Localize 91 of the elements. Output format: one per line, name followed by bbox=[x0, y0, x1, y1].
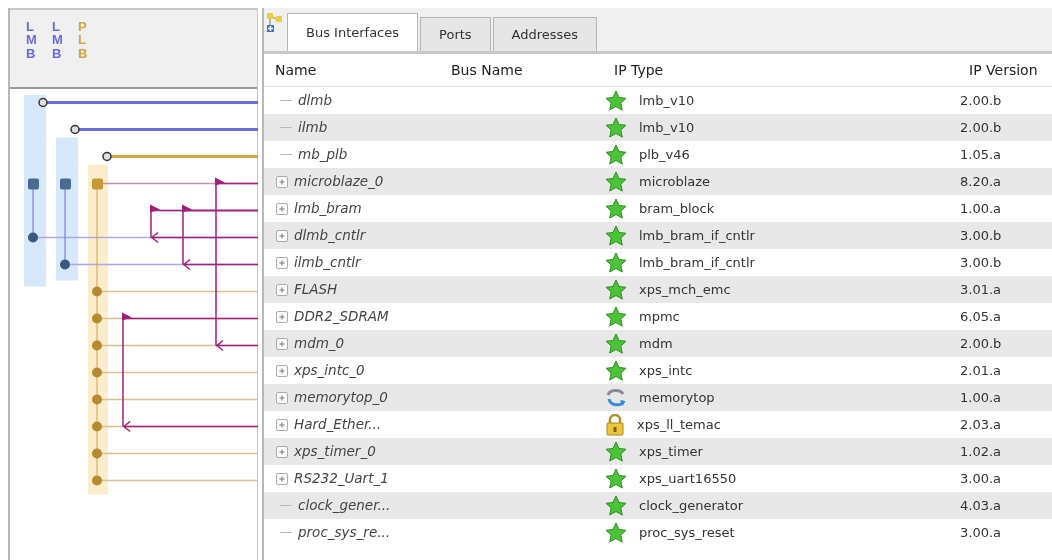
ip-version-cell-text: 3.01.a bbox=[959, 280, 1003, 299]
ip-version-cell-text: 3.00.b bbox=[959, 226, 1003, 245]
ip-version-cell-text: 1.00.a bbox=[959, 388, 1003, 407]
star-icon bbox=[605, 495, 627, 516]
tab[interactable]: Ports bbox=[420, 17, 491, 51]
name-cell-text: FLASH bbox=[294, 280, 338, 300]
star-icon bbox=[605, 360, 627, 381]
ip-type-cell-text: xps_timer bbox=[639, 442, 703, 461]
ip-type-cell-text: xps_intc bbox=[639, 361, 693, 380]
tab[interactable]: Addresses bbox=[492, 17, 598, 51]
name-cell-text: memorytop_0 bbox=[294, 388, 388, 408]
name-cell-text: clock_gener... bbox=[298, 496, 391, 516]
ip-type-cell-text: microblaze bbox=[639, 172, 711, 191]
expand-icon[interactable] bbox=[276, 229, 288, 242]
bus-label: LMB bbox=[52, 20, 64, 63]
expand-icon[interactable] bbox=[276, 445, 288, 458]
ip-type-cell-text: xps_uart16550 bbox=[639, 469, 737, 488]
name-cell-text: ilmb_cntlr bbox=[294, 253, 361, 273]
expand-icon[interactable] bbox=[276, 310, 288, 323]
name-cell-text: DDR2_SDRAM bbox=[294, 307, 389, 327]
star-icon bbox=[605, 90, 627, 111]
ip-type-cell-text: xps_ll_temac bbox=[637, 415, 721, 434]
ip-version-cell-text: 2.00.b bbox=[959, 118, 1003, 137]
name-cell-text: microblaze_0 bbox=[294, 172, 384, 192]
ip-version-cell-text: 2.00.b bbox=[959, 91, 1003, 110]
network-icon[interactable] bbox=[266, 12, 284, 34]
name-cell-text: proc_sys_re... bbox=[298, 523, 391, 543]
ip-version-cell-text: 3.00.a bbox=[959, 523, 1003, 542]
expand-icon[interactable] bbox=[276, 175, 288, 188]
star-icon bbox=[605, 198, 627, 219]
ip-version-cell-text: 1.02.a bbox=[959, 442, 1003, 461]
star-icon bbox=[605, 522, 627, 543]
swirl-icon bbox=[605, 386, 627, 409]
ip-type-cell-text: lmb_v10 bbox=[639, 91, 695, 110]
name-cell-text: dlmb bbox=[298, 91, 333, 111]
star-icon bbox=[605, 306, 627, 327]
ip-type-cell-text: plb_v46 bbox=[639, 145, 690, 164]
star-icon bbox=[605, 117, 627, 138]
star-icon bbox=[605, 252, 627, 273]
name-cell-text: Hard_Ether... bbox=[294, 415, 382, 435]
name-cell-text: mdm_0 bbox=[294, 334, 345, 354]
ip-version-cell-text: 3.00.a bbox=[959, 469, 1003, 488]
star-icon bbox=[605, 333, 627, 354]
column-header[interactable]: IP Type bbox=[603, 59, 958, 81]
expand-icon[interactable] bbox=[276, 391, 288, 404]
name-cell-text: xps_timer_0 bbox=[294, 442, 376, 462]
ip-type-cell-text: proc_sys_reset bbox=[639, 523, 735, 542]
ip-type-cell-text: xps_mch_emc bbox=[639, 280, 731, 299]
star-icon bbox=[605, 468, 627, 489]
name-cell-text: mb_plb bbox=[298, 145, 348, 165]
ip-type-cell-text: lmb_bram_if_cntlr bbox=[639, 253, 755, 272]
name-cell-text: xps_intc_0 bbox=[294, 361, 365, 381]
ip-type-cell-text: mpmc bbox=[639, 307, 680, 326]
expand-icon[interactable] bbox=[276, 337, 288, 350]
ip-version-cell-text: 3.00.b bbox=[959, 253, 1003, 272]
bus-label: PLB bbox=[78, 20, 89, 63]
ip-version-cell-text: 1.00.a bbox=[959, 199, 1003, 218]
ip-type-cell-text: lmb_v10 bbox=[639, 118, 695, 137]
column-header[interactable]: Name bbox=[264, 59, 440, 81]
star-icon bbox=[605, 225, 627, 246]
ip-version-cell-text: 8.20.a bbox=[959, 172, 1003, 191]
ip-version-cell-text: 2.01.a bbox=[959, 361, 1003, 380]
expand-icon[interactable] bbox=[276, 418, 288, 431]
column-header[interactable]: Bus Name bbox=[440, 59, 603, 81]
star-icon bbox=[605, 144, 627, 165]
ip-type-cell-text: lmb_bram_if_cntlr bbox=[639, 226, 755, 245]
tab[interactable]: Bus Interfaces bbox=[287, 13, 419, 51]
ip-version-cell-text: 1.05.a bbox=[959, 145, 1003, 164]
name-cell-text: ilmb bbox=[298, 118, 328, 138]
ip-type-cell-text: memorytop bbox=[639, 388, 715, 407]
expand-icon[interactable] bbox=[276, 472, 288, 485]
ip-version-cell-text: 6.05.a bbox=[959, 307, 1003, 326]
padlock-icon bbox=[605, 413, 625, 436]
ip-version-cell-text: 2.03.a bbox=[959, 415, 1003, 434]
star-icon bbox=[605, 171, 627, 192]
name-cell-text: lmb_bram bbox=[294, 199, 362, 219]
ip-type-cell-text: clock_generator bbox=[639, 496, 744, 515]
expand-icon[interactable] bbox=[276, 256, 288, 269]
name-cell-text: dlmb_cntlr bbox=[294, 226, 366, 246]
bus-label: LMB bbox=[26, 20, 38, 63]
name-cell-text: RS232_Uart_1 bbox=[294, 469, 389, 489]
expand-icon[interactable] bbox=[276, 283, 288, 296]
column-header[interactable]: IP Version bbox=[958, 59, 1052, 81]
star-icon bbox=[605, 279, 627, 300]
ip-version-cell-text: 2.00.b bbox=[959, 334, 1003, 353]
expand-icon[interactable] bbox=[276, 364, 288, 377]
ip-type-cell-text: mdm bbox=[639, 334, 673, 353]
ip-version-cell-text: 4.03.a bbox=[959, 496, 1003, 515]
expand-icon[interactable] bbox=[276, 202, 288, 215]
star-icon bbox=[605, 441, 627, 462]
ip-type-cell-text: bram_block bbox=[639, 199, 715, 218]
